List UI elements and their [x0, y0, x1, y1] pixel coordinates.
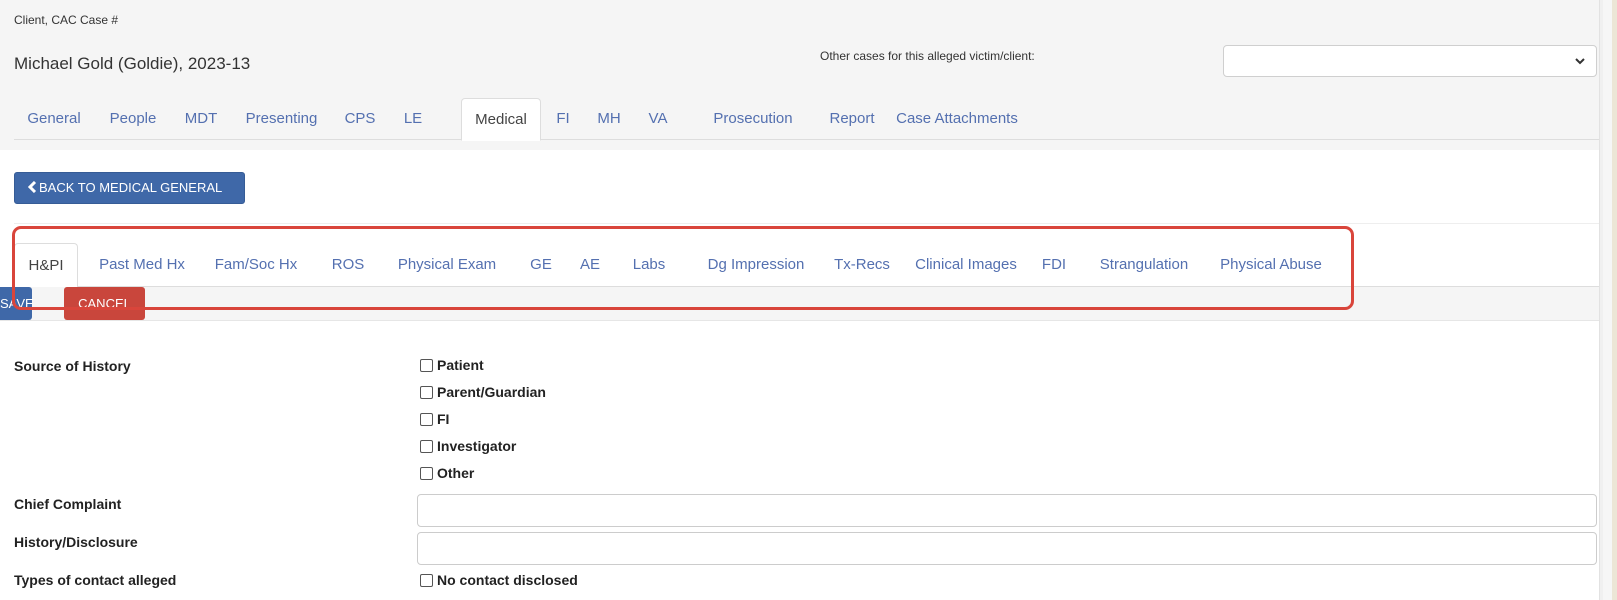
chevron-left-icon	[27, 181, 37, 193]
checkbox-box[interactable]	[420, 440, 433, 453]
subtab-ae[interactable]: AE	[569, 243, 611, 287]
subtab-strangulation[interactable]: Strangulation	[1092, 243, 1196, 287]
back-to-medical-general-button[interactable]: BACK TO MEDICAL GENERAL	[14, 172, 245, 204]
subtab-ge[interactable]: GE	[520, 243, 562, 287]
checkbox-label: No contact disclosed	[437, 572, 578, 588]
other-cases-label: Other cases for this alleged victim/clie…	[820, 49, 1035, 63]
subtab-physical-abuse[interactable]: Physical Abuse	[1208, 243, 1334, 287]
tab-mdt[interactable]: MDT	[174, 98, 228, 140]
case-header: Client, CAC Case # Michael Gold (Goldie)…	[0, 0, 1599, 150]
checkbox-label: Other	[437, 465, 475, 481]
tab-mh[interactable]: MH	[586, 98, 632, 140]
tab-report[interactable]: Report	[824, 98, 880, 140]
tab-va[interactable]: VA	[636, 98, 680, 140]
checkbox-label: Investigator	[437, 438, 517, 454]
subtab-dg-impression[interactable]: Dg Impression	[691, 243, 821, 287]
checkbox-label: FI	[437, 411, 450, 427]
tab-medical[interactable]: Medical	[461, 98, 541, 141]
types-of-contact-label: Types of contact alleged	[14, 572, 177, 588]
tab-people[interactable]: People	[97, 98, 169, 140]
subtab-tx-recs[interactable]: Tx-Recs	[822, 243, 902, 287]
chief-complaint-label: Chief Complaint	[14, 496, 122, 512]
back-button-label: BACK TO MEDICAL GENERAL	[39, 180, 223, 195]
source-of-history-label: Source of History	[14, 358, 131, 374]
tab-presenting[interactable]: Presenting	[234, 98, 329, 140]
subtab-hpi[interactable]: H&PI	[14, 243, 78, 288]
tab-fi[interactable]: FI	[544, 98, 582, 140]
other-cases-select[interactable]	[1223, 45, 1597, 77]
tab-prosecution[interactable]: Prosecution	[706, 98, 800, 140]
checkbox-box[interactable]	[420, 359, 433, 372]
tab-general[interactable]: General	[14, 98, 94, 140]
checkbox-label: Patient	[437, 357, 484, 373]
tab-cps[interactable]: CPS	[335, 98, 385, 140]
form-action-bar: SAVE CANCEL	[0, 287, 1599, 321]
page: Client, CAC Case # Michael Gold (Goldie)…	[0, 0, 1599, 600]
window-edge	[1612, 0, 1617, 600]
chevron-down-icon	[1575, 58, 1585, 65]
subtab-ros[interactable]: ROS	[324, 243, 372, 287]
chief-complaint-input[interactable]	[417, 494, 1597, 527]
subtab-clinical-images[interactable]: Clinical Images	[906, 243, 1026, 287]
section-divider	[14, 223, 1599, 224]
subtab-fdi[interactable]: FDI	[1034, 243, 1074, 287]
subtab-past-med-hx[interactable]: Past Med Hx	[92, 243, 192, 287]
subtab-physical-exam[interactable]: Physical Exam	[389, 243, 505, 287]
checkbox-box[interactable]	[420, 574, 433, 587]
subtab-labs[interactable]: Labs	[624, 243, 674, 287]
client-caption: Client, CAC Case #	[14, 13, 119, 27]
history-disclosure-input[interactable]	[417, 532, 1597, 565]
checkbox-box[interactable]	[420, 386, 433, 399]
save-button[interactable]: SAVE	[0, 287, 34, 320]
tab-case-attachments[interactable]: Case Attachments	[892, 98, 1022, 140]
tab-le[interactable]: LE	[391, 98, 435, 140]
checkbox-label: Parent/Guardian	[437, 384, 546, 400]
checkbox-box[interactable]	[420, 467, 433, 480]
checkbox-box[interactable]	[420, 413, 433, 426]
subtab-fam-soc-hx[interactable]: Fam/Soc Hx	[207, 243, 305, 287]
medical-subtabs: H&PI Past Med Hx Fam/Soc Hx ROS Physical…	[14, 243, 1599, 288]
cancel-button[interactable]: CANCEL	[64, 287, 145, 320]
client-name: Michael Gold (Goldie), 2023-13	[14, 54, 251, 73]
history-disclosure-label: History/Disclosure	[14, 534, 138, 550]
case-tabs: General People MDT Presenting CPS LE Med…	[14, 98, 1599, 141]
